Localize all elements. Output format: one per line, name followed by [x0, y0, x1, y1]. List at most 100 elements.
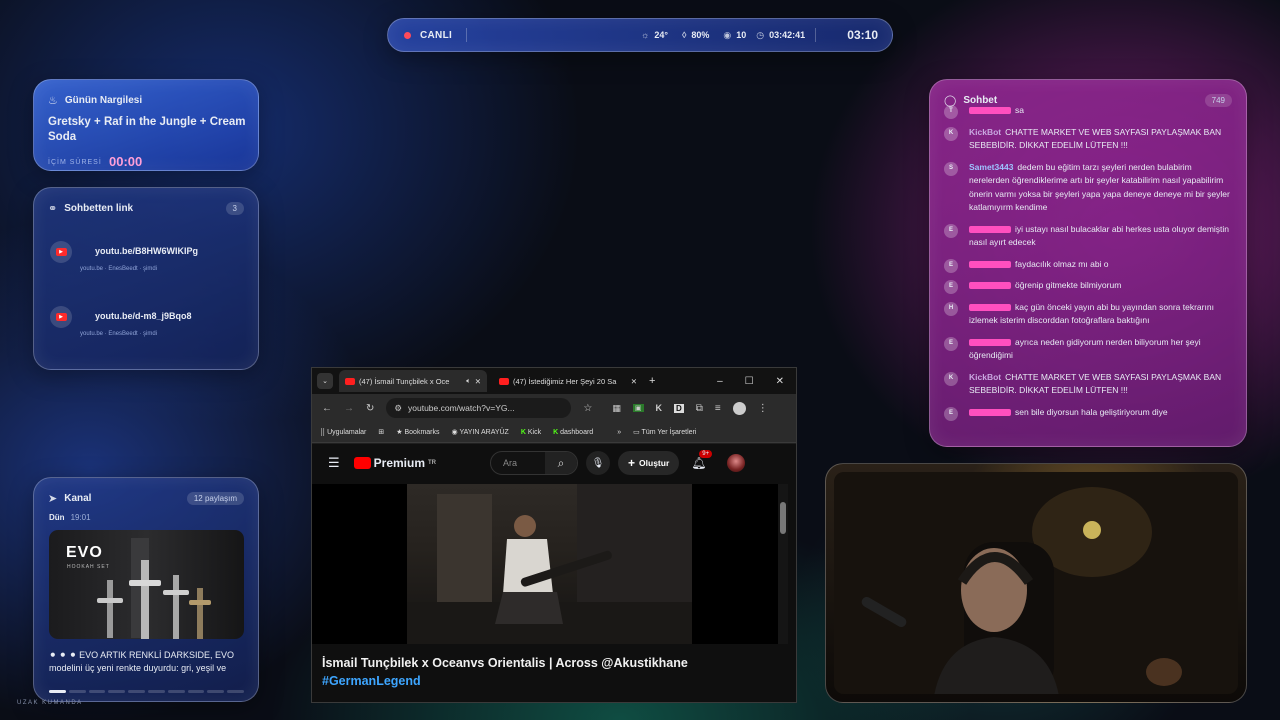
share-count-badge: 12 paylaşım — [186, 492, 244, 505]
extension-icon[interactable]: ▦ — [612, 403, 621, 414]
card-title: Günün Nargilesi — [64, 95, 143, 106]
progress-segment — [49, 690, 66, 693]
chat-username[interactable] — [969, 338, 1011, 346]
microphone-icon[interactable]: 🎙︎ — [586, 451, 611, 475]
avatar: E — [944, 258, 958, 273]
webcam-feed — [825, 463, 1247, 703]
browser-window: ⌄ (47) İsmail Tunçbilek x Oce 🔈︎ ✕ (47) … — [311, 367, 797, 703]
youtube-icon — [345, 377, 355, 385]
chat-message: Eiyi ustayı nasıl bulacaklar abi herkes … — [944, 223, 1232, 250]
new-tab-button[interactable]: + — [649, 375, 655, 387]
link-url[interactable]: youtu.be/B8HW6WIKIPg — [95, 246, 198, 256]
youtube-icon — [353, 457, 371, 469]
video-hashtag[interactable]: #GermanLegend — [322, 674, 421, 688]
reload-icon[interactable]: ↻ — [366, 403, 374, 414]
video-frame — [407, 484, 692, 644]
divider — [815, 28, 817, 42]
url-bar[interactable]: ⚙ youtube.com/watch?v=YG... — [386, 398, 572, 418]
back-icon[interactable]: ← — [322, 403, 332, 414]
youtube-icon: ▶ — [50, 241, 72, 263]
uptime-stat: ◷ 03:42:41 — [756, 30, 805, 41]
more-bookmarks-icon[interactable]: » — [617, 429, 621, 436]
extension-icon[interactable]: D — [674, 403, 684, 413]
kick-extension-icon[interactable]: K — [656, 403, 663, 413]
sun-icon: ☼ — [641, 30, 650, 40]
tab-search-button[interactable]: ⌄ — [317, 373, 333, 389]
chat-username[interactable] — [969, 408, 1011, 416]
forward-icon[interactable]: → — [344, 403, 354, 414]
youtube-logo[interactable]: Premium TR — [353, 456, 436, 470]
minimize-icon[interactable]: – — [717, 376, 723, 387]
carousel-progress — [49, 690, 244, 693]
search-icon[interactable]: ⌕ — [545, 452, 578, 474]
youtube-search-input[interactable]: Ara ⌕ — [490, 451, 579, 475]
chat-messages[interactable]: Tsa K KickBot CHATTE MARKET VE WEB SAYFASI … — [944, 104, 1232, 427]
site-info-icon[interactable]: ⚙ — [394, 403, 402, 414]
viewers-stat: ◉ 10 — [723, 30, 746, 41]
close-tab-icon[interactable]: ✕ — [631, 377, 637, 386]
uptime-value: 03:42:41 — [769, 30, 806, 40]
chat-panel: ◯ Sohbet 749 Tsa K KickBot CHATTE MARKET VE… — [929, 79, 1247, 447]
page-scrollbar[interactable] — [778, 484, 788, 644]
create-button[interactable]: + Oluştur — [618, 451, 680, 475]
chat-message: Eöğrenip gitmekte bilmiyorum — [944, 279, 1232, 294]
chat-username[interactable] — [969, 303, 1011, 311]
webcam-frame — [834, 472, 1238, 694]
send-icon: ➤ — [48, 493, 58, 505]
avatar[interactable] — [726, 454, 745, 472]
chat-message: Eayrıca neden gidiyorum nerden biliyorum… — [944, 336, 1232, 363]
hookah-of-the-day-card: ♨ Günün Nargilesi Gretsky + Raf in the J… — [33, 79, 259, 171]
video-title: İsmail Tunçbilek x Oceanvs Orientalis | … — [322, 656, 688, 688]
progress-segment — [207, 690, 225, 693]
chat-message: Efaydacılık olmaz mı abi o — [944, 258, 1232, 273]
menu-icon[interactable]: ⋮ — [758, 403, 768, 414]
hamburger-menu-icon[interactable]: ☰ — [328, 455, 340, 471]
progress-segment — [128, 690, 145, 693]
status-bar: CANLI ☼ 24° ◊ 80% ◉ 10 ◷ 03:42:41 03:10 — [387, 18, 893, 52]
video-player[interactable] — [312, 484, 788, 644]
bookmark-apps[interactable]: ⣿ Uygulamalar — [320, 428, 366, 436]
profile-icon[interactable] — [732, 401, 746, 415]
chat-username[interactable] — [969, 282, 1011, 290]
all-bookmarks[interactable]: ▭ Tüm Yer İşaretleri — [633, 428, 696, 436]
chat-username[interactable] — [969, 107, 1011, 115]
avatar: E — [944, 336, 958, 351]
promo-image[interactable]: EVO HOOKAH SET — [49, 530, 244, 639]
chat-username[interactable]: KickBot — [969, 127, 1001, 137]
bookmark-star-icon[interactable]: ☆ — [583, 403, 592, 414]
grid-icon[interactable]: ⊞ — [378, 428, 384, 436]
bookmark-yayin-arayuz[interactable]: ◉ YAYIN ARAYÜZ — [452, 428, 509, 436]
speaker-icon[interactable]: 🔈︎ — [466, 376, 471, 386]
hookah-illustration — [97, 538, 211, 639]
window-controls: – ☐ ✕ — [717, 376, 784, 387]
post-date: Dün 19:01 — [49, 513, 91, 522]
live-label: CANLI — [420, 29, 453, 41]
chat-message: S Samet3443 dedem bu eğitim tarzı şeyleri … — [944, 161, 1232, 215]
close-tab-icon[interactable]: ✕ — [475, 377, 481, 386]
youtube-page: ☰ Premium TR Ara ⌕ 🎙︎ + Oluştur 🔔︎ 9+ İs… — [312, 444, 796, 702]
bookmark-dashboard[interactable]: K dashboard — [553, 429, 593, 436]
maximize-icon[interactable]: ☐ — [745, 376, 754, 387]
chat-username[interactable] — [969, 260, 1011, 268]
progress-segment — [147, 690, 165, 693]
link-source: youtu.be · EnesBeedt · şimdi — [80, 266, 158, 272]
temperature-value: 24° — [654, 30, 668, 40]
bookmark-folder[interactable]: ★ Bookmarks — [396, 428, 439, 436]
tab-label: (47) İstediğimiz Her Şeyi 20 Sa — [513, 376, 617, 386]
notifications-bell-icon[interactable]: 🔔︎ 9+ — [691, 450, 713, 470]
link-url[interactable]: youtu.be/d-m8_j9Bqo8 — [95, 311, 192, 321]
close-window-icon[interactable]: ✕ — [776, 376, 784, 387]
tab-video-2[interactable]: (47) İstediğimiz Her Şeyi 20 Sa ✕ — [493, 370, 643, 392]
extensions-puzzle-icon[interactable]: ⧉ — [696, 403, 703, 414]
tab-video-1[interactable]: (47) İsmail Tunçbilek x Oce 🔈︎ ✕ — [339, 370, 487, 392]
chat-username[interactable]: Samet3443 — [969, 162, 1013, 172]
divider — [466, 28, 468, 42]
chat-username[interactable] — [969, 225, 1011, 233]
chat-username[interactable]: KickBot — [969, 372, 1001, 382]
reading-list-icon[interactable]: ≡ — [715, 403, 721, 414]
bookmark-kick[interactable]: K Kick — [521, 429, 541, 436]
card-header: ➤ Kanal 12 paylaşım — [48, 492, 244, 505]
youtube-icon: ▶ — [50, 306, 72, 328]
extension-icon[interactable]: ▣ — [632, 404, 644, 412]
url-text[interactable]: youtube.com/watch?v=YG... — [408, 403, 515, 413]
